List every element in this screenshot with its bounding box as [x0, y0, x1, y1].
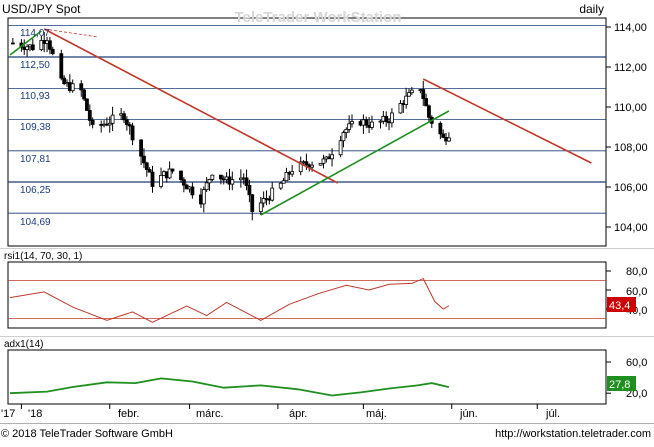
x-tick-label: márc. — [196, 408, 224, 420]
level-label: 109,38 — [20, 122, 51, 133]
candle-body — [122, 113, 126, 121]
candle-body — [79, 83, 84, 91]
candle-body — [70, 83, 75, 92]
candle-body — [87, 110, 92, 121]
candle-body — [389, 112, 394, 124]
chart-canvas: TeleTrader WorkStation USD/JPY Spot dail… — [0, 0, 654, 442]
x-tick-label: jún. — [459, 408, 478, 420]
level-label: 106,25 — [20, 185, 51, 196]
adx-tick-label: 60,0 — [626, 357, 647, 369]
candle-body — [409, 89, 414, 94]
candle-body — [50, 48, 55, 55]
x-tick-label: febr. — [118, 408, 139, 420]
candle-body — [201, 189, 206, 205]
candle-body — [438, 122, 443, 135]
level-label: 112,50 — [20, 60, 50, 71]
candle-body — [364, 119, 369, 126]
candle-body — [321, 158, 326, 164]
period-label: daily — [579, 2, 604, 16]
x-tick-label: ápr. — [289, 408, 307, 420]
candle-body — [218, 174, 223, 180]
level-label: 104,69 — [20, 217, 51, 228]
candle-body — [48, 40, 52, 50]
rsi-tick-label: 60,0 — [626, 286, 647, 298]
candle-body — [350, 121, 354, 125]
candle-body — [441, 133, 446, 138]
rsi-tick-label: 80,0 — [626, 266, 647, 278]
candle-body — [230, 179, 235, 185]
price-tick-label: 104,00 — [614, 222, 648, 234]
candle-body — [181, 179, 186, 186]
candle-body — [159, 174, 163, 187]
candle-body — [247, 185, 252, 196]
candle-body — [30, 44, 35, 51]
candle-body — [130, 125, 135, 141]
level-label: 107,81 — [20, 154, 51, 165]
chart-title: USD/JPY Spot — [2, 2, 81, 16]
candle-body — [407, 92, 411, 97]
candle-body — [310, 164, 315, 168]
candle-body — [150, 171, 155, 187]
price-tick-label: 108,00 — [614, 142, 648, 154]
candle-body — [10, 42, 15, 45]
level-label: 110,93 — [20, 91, 50, 102]
candle-body — [85, 98, 89, 111]
candle-body — [330, 154, 334, 160]
copyright: © 2018 TeleTrader Software GmbH — [1, 428, 173, 440]
price-tick-label: 114,00 — [614, 22, 647, 34]
candle-body — [446, 137, 451, 142]
candle-body — [207, 179, 212, 184]
price-tick-label: 112,00 — [614, 62, 647, 74]
chart-window: TeleTrader WorkStation USD/JPY Spot dail… — [0, 0, 654, 442]
candle-body — [424, 98, 429, 107]
rsi-label: rsi1(14, 70, 30, 1) — [4, 251, 82, 262]
candle-body — [258, 202, 263, 212]
rsi-current-value: 43,4 — [609, 300, 630, 312]
chart-background — [0, 0, 654, 442]
candle-body — [347, 123, 352, 130]
candle-body — [278, 182, 283, 189]
candle-body — [190, 186, 195, 196]
candle-body — [404, 95, 409, 105]
candle-body — [170, 168, 175, 172]
candle-body — [124, 119, 129, 125]
candle-body — [421, 89, 426, 99]
watermark: TeleTrader WorkStation — [235, 9, 402, 26]
footer-url[interactable]: http://workstation.teletrader.com — [495, 428, 651, 440]
price-tick-label: 106,00 — [614, 182, 648, 194]
candle-body — [341, 132, 346, 142]
candle-body — [59, 53, 64, 79]
candle-body — [82, 89, 86, 100]
candle-body — [110, 114, 115, 124]
adx-current-value: 27,8 — [609, 379, 630, 391]
candle-body — [210, 174, 215, 180]
candle-body — [142, 155, 146, 164]
candle-body — [384, 115, 389, 123]
candle-body — [25, 46, 30, 50]
candle-body — [370, 121, 374, 128]
candle-body — [139, 139, 144, 157]
x-tick-label: júl. — [545, 408, 560, 420]
candle-body — [427, 105, 431, 118]
candle-body — [270, 187, 275, 201]
candle-body — [244, 177, 249, 186]
candle-body — [179, 170, 183, 181]
x-tick-label: máj. — [366, 408, 387, 420]
candle-body — [290, 171, 295, 175]
candle-body — [90, 119, 95, 125]
price-tick-label: 110,00 — [614, 102, 647, 114]
candle-body — [250, 194, 255, 212]
candle-body — [204, 182, 209, 191]
candle-body — [304, 161, 309, 166]
adx-label: adx1(14) — [4, 339, 43, 350]
x-tick-label: '17 — [1, 408, 15, 420]
candle-body — [338, 140, 343, 156]
candle-body — [344, 129, 349, 133]
candle-body — [144, 162, 149, 170]
x-tick-label: '18 — [28, 408, 42, 420]
level-label: 114,07 — [20, 28, 50, 39]
